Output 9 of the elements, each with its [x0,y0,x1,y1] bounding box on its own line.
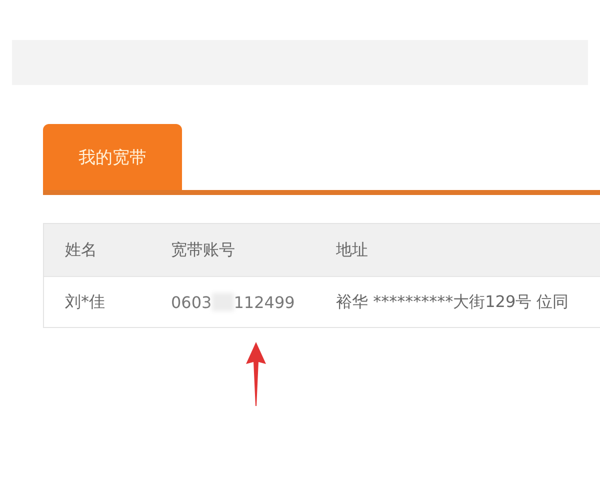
column-header: 地址 [335,240,369,260]
column-header: 宽带账号 [170,240,236,260]
table-cell-text: 刘*佳 [64,292,106,312]
table-cell: 112499 [234,292,295,312]
table-cell-text: 裕华 **********大街129号 位同 [335,292,570,312]
table-cell: 0603 [171,292,212,312]
tab[interactable]: 我的宽带 [43,124,182,190]
column-header: 姓名 [64,240,98,260]
up-arrow-icon [244,342,268,406]
